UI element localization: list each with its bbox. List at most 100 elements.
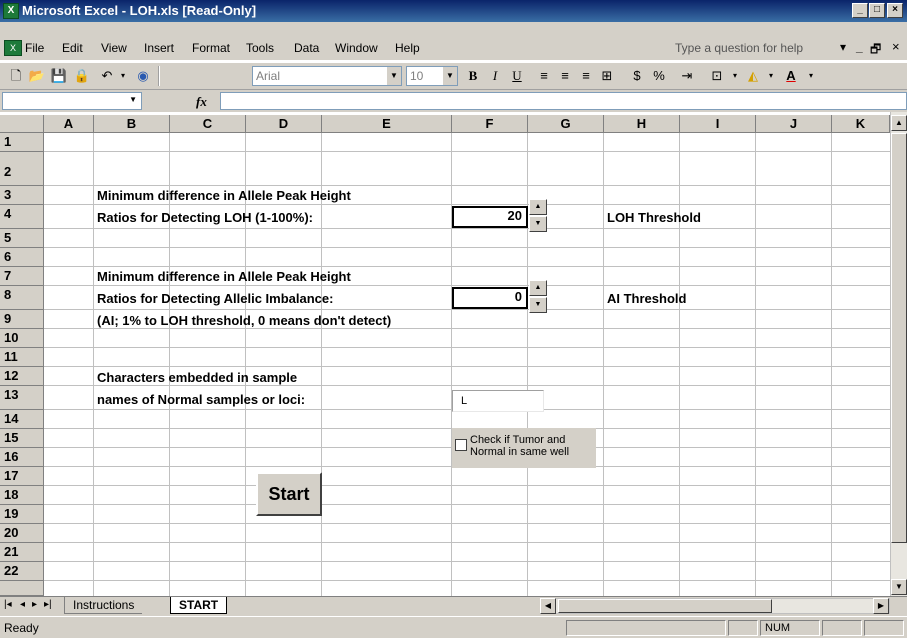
scroll-up-icon[interactable]: ▲ (891, 115, 907, 131)
font-size-combo[interactable]: 10 ▼ (406, 66, 458, 86)
font-color-icon[interactable]: A (782, 67, 800, 85)
first-sheet-icon[interactable]: |◂ (4, 599, 12, 610)
close-button[interactable]: × (887, 3, 903, 18)
tab-start[interactable]: START (170, 597, 228, 614)
borders-icon[interactable]: ⊡ (708, 67, 726, 85)
ai-threshold-input[interactable]: 0 (452, 287, 528, 309)
chevron-down-icon[interactable]: ▼ (443, 67, 457, 85)
underline-button[interactable]: U (508, 67, 526, 85)
row-header-1[interactable]: 1 (0, 133, 44, 152)
align-left-icon[interactable]: ≡ (535, 67, 553, 85)
ai-spinner[interactable]: ▲ ▼ (529, 280, 547, 314)
scroll-right-icon[interactable]: ▶ (873, 598, 889, 614)
excel-app-icon[interactable]: X (3, 3, 19, 19)
merge-center-icon[interactable]: ⊞ (598, 67, 616, 85)
menu-edit[interactable]: Edit (62, 41, 83, 55)
doc-restore-button[interactable]: 🗗 (870, 40, 881, 61)
scroll-left-icon[interactable]: ◀ (540, 598, 556, 614)
doc-minimize-button[interactable]: _ (856, 40, 863, 54)
column-header-f[interactable]: F (452, 115, 528, 133)
loh-spinner[interactable]: ▲ ▼ (529, 199, 547, 233)
spin-up-icon[interactable]: ▲ (529, 199, 547, 215)
last-sheet-icon[interactable]: ▸| (44, 599, 52, 610)
column-header-b[interactable]: B (94, 115, 170, 133)
start-button[interactable]: Start (256, 472, 322, 516)
save-icon[interactable]: 💾 (50, 67, 68, 85)
align-center-icon[interactable]: ≡ (556, 67, 574, 85)
chevron-down-icon[interactable]: ▼ (129, 95, 137, 104)
row-header-6[interactable]: 6 (0, 248, 44, 267)
vertical-scroll-thumb[interactable] (891, 133, 907, 543)
loh-threshold-input[interactable]: 20 (452, 206, 528, 228)
row-header-18[interactable]: 18 (0, 486, 44, 505)
same-well-checkbox-control[interactable]: Check if Tumor and Normal in same well (452, 428, 596, 468)
undo-dropdown-icon[interactable]: ▾ (114, 67, 132, 85)
borders-dropdown-icon[interactable]: ▾ (726, 67, 744, 85)
increase-indent-icon[interactable]: ⇥ (678, 67, 696, 85)
column-header-i[interactable]: I (680, 115, 756, 133)
row-header-9[interactable]: 9 (0, 310, 44, 329)
bold-button[interactable]: B (464, 67, 482, 85)
column-header-e[interactable]: E (322, 115, 452, 133)
fill-color-icon[interactable]: ◭ (744, 67, 762, 85)
menu-data[interactable]: Data (294, 41, 319, 55)
select-all-corner[interactable] (0, 115, 44, 133)
row-header-19[interactable]: 19 (0, 505, 44, 524)
fx-icon[interactable]: fx (196, 94, 207, 110)
open-folder-icon[interactable]: 📂 (28, 67, 46, 85)
normal-sample-chars-input[interactable]: L (452, 390, 544, 412)
row-header-22[interactable]: 22 (0, 562, 44, 581)
permission-icon[interactable]: 🔒 (73, 67, 91, 85)
align-right-icon[interactable]: ≡ (577, 67, 595, 85)
row-header-12[interactable]: 12 (0, 367, 44, 386)
fill-color-dropdown-icon[interactable]: ▾ (762, 67, 780, 85)
currency-button[interactable]: $ (628, 67, 646, 85)
row-header-11[interactable]: 11 (0, 348, 44, 367)
menu-format[interactable]: Format (192, 41, 230, 55)
document-icon[interactable]: X (4, 40, 22, 56)
row-header-2[interactable]: 2 (0, 152, 44, 186)
row-header-14[interactable]: 14 (0, 410, 44, 429)
menu-help[interactable]: Help (395, 41, 420, 55)
help-search-input[interactable]: Type a question for help (675, 41, 803, 55)
chevron-down-icon[interactable]: ▼ (387, 67, 401, 85)
row-header-13[interactable]: 13 (0, 386, 44, 410)
row-header-17[interactable]: 17 (0, 467, 44, 486)
row-header-8[interactable]: 8 (0, 286, 44, 310)
percent-button[interactable]: % (650, 67, 668, 85)
font-color-dropdown-icon[interactable]: ▾ (802, 67, 820, 85)
spin-down-icon[interactable]: ▼ (529, 297, 547, 313)
menu-insert[interactable]: Insert (144, 41, 174, 55)
menu-view[interactable]: View (101, 41, 127, 55)
row-header-16[interactable]: 16 (0, 448, 44, 467)
prev-sheet-icon[interactable]: ◂ (20, 599, 25, 610)
column-header-k[interactable]: K (832, 115, 890, 133)
row-header-23[interactable] (0, 581, 44, 596)
doc-close-button[interactable]: × (892, 39, 900, 54)
maximize-button[interactable]: □ (869, 3, 885, 18)
row-header-7[interactable]: 7 (0, 267, 44, 286)
spin-down-icon[interactable]: ▼ (529, 216, 547, 232)
help-dropdown-icon[interactable]: ▾ (840, 40, 846, 54)
menu-window[interactable]: Window (335, 41, 378, 55)
row-header-3[interactable]: 3 (0, 186, 44, 205)
column-header-g[interactable]: G (528, 115, 604, 133)
row-header-20[interactable]: 20 (0, 524, 44, 543)
row-header-15[interactable]: 15 (0, 429, 44, 448)
spin-up-icon[interactable]: ▲ (529, 280, 547, 296)
formula-input[interactable] (220, 92, 907, 110)
row-header-21[interactable]: 21 (0, 543, 44, 562)
next-sheet-icon[interactable]: ▸ (32, 599, 37, 610)
row-header-10[interactable]: 10 (0, 329, 44, 348)
column-header-d[interactable]: D (246, 115, 322, 133)
row-header-4[interactable]: 4 (0, 205, 44, 229)
italic-button[interactable]: I (486, 67, 504, 85)
column-header-c[interactable]: C (170, 115, 246, 133)
menu-file[interactable]: File (25, 41, 44, 55)
row-header-5[interactable]: 5 (0, 229, 44, 248)
help-icon[interactable]: ◉ (134, 67, 152, 85)
column-header-a[interactable]: A (44, 115, 94, 133)
same-well-checkbox[interactable] (455, 439, 467, 451)
column-header-j[interactable]: J (756, 115, 832, 133)
column-header-h[interactable]: H (604, 115, 680, 133)
